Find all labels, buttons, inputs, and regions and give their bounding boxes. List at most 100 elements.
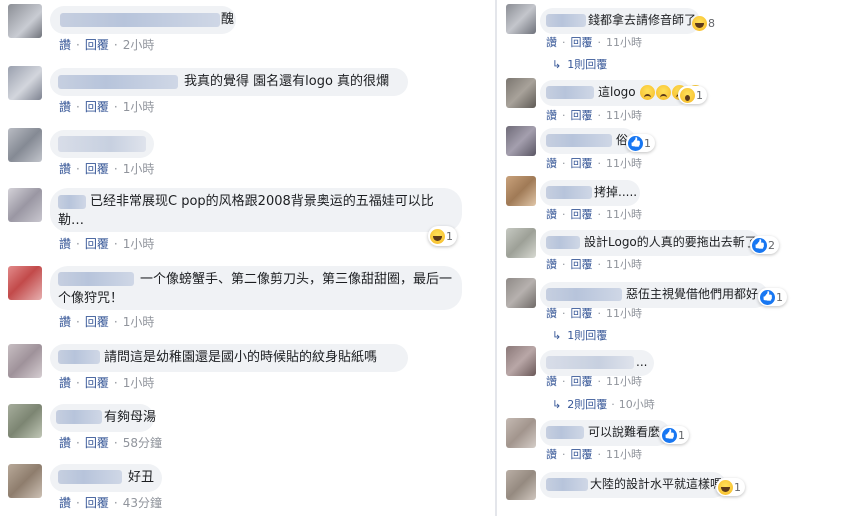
like-link[interactable]: 讚 <box>546 258 557 271</box>
view-replies-link[interactable]: ↳ 1則回覆 <box>552 328 607 344</box>
comment-time[interactable]: 11小時 <box>606 448 642 461</box>
comment-time[interactable]: 11小時 <box>606 109 642 122</box>
reply-link[interactable]: 回覆 <box>571 307 593 320</box>
reaction-summary[interactable]: 1 <box>758 288 787 306</box>
avatar[interactable] <box>506 78 536 108</box>
avatar[interactable] <box>8 188 42 222</box>
reply-link[interactable]: 回覆 <box>85 376 109 390</box>
reaction-summary[interactable]: 1 <box>626 134 655 152</box>
reply-link[interactable]: 回覆 <box>85 496 109 510</box>
reply-link[interactable]: 回覆 <box>571 375 593 388</box>
like-link[interactable]: 讚 <box>546 157 557 170</box>
like-link[interactable]: 讚 <box>546 109 557 122</box>
avatar[interactable] <box>8 66 42 100</box>
like-link[interactable]: 讚 <box>59 38 71 52</box>
comment-time[interactable]: 43分鐘 <box>123 496 162 510</box>
blurred-author-name[interactable] <box>58 470 122 484</box>
blurred-author-name[interactable] <box>546 86 594 99</box>
comment-time[interactable]: 1小時 <box>123 315 155 329</box>
comment-time[interactable]: 1小時 <box>123 376 155 390</box>
comment-time[interactable]: 1小時 <box>123 237 155 251</box>
comment-time[interactable]: 11小時 <box>606 307 642 320</box>
comment-time[interactable]: 11小時 <box>606 36 642 49</box>
reply-link[interactable]: 回覆 <box>85 315 109 329</box>
reply-link[interactable]: 回覆 <box>571 208 593 221</box>
avatar[interactable] <box>8 344 42 378</box>
avatar[interactable] <box>506 126 536 156</box>
reply-link[interactable]: 回覆 <box>85 436 109 450</box>
avatar[interactable] <box>506 176 536 206</box>
reply-link[interactable]: 回覆 <box>571 36 593 49</box>
avatar[interactable] <box>8 4 42 38</box>
comment-actions: 讚 · 回覆 · 11小時 <box>546 157 642 170</box>
blurred-comment-text <box>58 136 146 152</box>
comment-item: 有夠母湯 讚 · 回覆 · 58分鐘 <box>0 400 492 460</box>
like-link[interactable]: 讚 <box>59 162 71 176</box>
like-link[interactable]: 讚 <box>59 436 71 450</box>
reply-link[interactable]: 回覆 <box>571 109 593 122</box>
blurred-author-name[interactable] <box>546 288 622 301</box>
comment-time[interactable]: 1小時 <box>123 100 155 114</box>
comment-time[interactable]: 1小時 <box>123 162 155 176</box>
reaction-summary[interactable]: 8 <box>690 14 719 32</box>
avatar[interactable] <box>8 404 42 438</box>
reaction-summary[interactable]: 1 <box>428 226 457 246</box>
comment-actions: 讚 · 回覆 · 11小時 <box>546 448 642 461</box>
like-link[interactable]: 讚 <box>546 307 557 320</box>
view-replies-link[interactable]: ↳ 2則回覆 · 10小時 <box>552 397 655 413</box>
blurred-author-name[interactable] <box>546 14 586 27</box>
comment-time[interactable]: 11小時 <box>606 375 642 388</box>
reaction-summary[interactable]: 1 <box>678 86 707 104</box>
reply-link[interactable]: 回覆 <box>85 237 109 251</box>
comment-actions: 讚 · 回覆 · 11小時 <box>546 375 642 388</box>
blurred-author-name[interactable] <box>58 75 178 89</box>
blurred-author-name[interactable] <box>546 186 592 199</box>
avatar[interactable] <box>506 228 536 258</box>
like-link[interactable]: 讚 <box>546 36 557 49</box>
avatar[interactable] <box>506 418 536 448</box>
like-link[interactable]: 讚 <box>546 208 557 221</box>
avatar[interactable] <box>506 4 536 34</box>
reaction-summary[interactable]: 1 <box>660 426 689 444</box>
comment-text: ... <box>636 355 648 369</box>
avatar[interactable] <box>506 346 536 376</box>
like-link[interactable]: 讚 <box>59 496 71 510</box>
blurred-author-name[interactable] <box>58 350 100 364</box>
avatar[interactable] <box>506 278 536 308</box>
reply-link[interactable]: 回覆 <box>85 162 109 176</box>
like-link[interactable]: 讚 <box>546 375 557 388</box>
like-reaction-icon <box>760 289 775 305</box>
like-link[interactable]: 讚 <box>59 315 71 329</box>
avatar[interactable] <box>8 464 42 498</box>
blurred-author-name[interactable] <box>546 236 580 249</box>
blurred-author-name[interactable] <box>56 410 102 424</box>
comment-time[interactable]: 58分鐘 <box>123 436 162 450</box>
view-replies-link[interactable]: ↳ 1則回覆 <box>552 57 607 73</box>
reply-link[interactable]: 回覆 <box>571 157 593 170</box>
comment-text: 可以說難看麼 <box>588 425 661 439</box>
like-link[interactable]: 讚 <box>59 376 71 390</box>
reaction-summary[interactable]: 1 <box>716 478 745 496</box>
blurred-author-name[interactable] <box>546 134 612 147</box>
blurred-author-name[interactable] <box>546 426 584 439</box>
avatar[interactable] <box>506 470 536 500</box>
replies-time[interactable]: 10小時 <box>619 398 655 411</box>
like-link[interactable]: 讚 <box>59 100 71 114</box>
comment-actions: 讚 · 回覆 · 1小時 <box>59 100 155 114</box>
comment-time[interactable]: 11小時 <box>606 157 642 170</box>
reply-link[interactable]: 回覆 <box>571 258 593 271</box>
comment-time[interactable]: 2小時 <box>123 38 155 52</box>
like-link[interactable]: 讚 <box>546 448 557 461</box>
avatar[interactable] <box>8 266 42 300</box>
reply-link[interactable]: 回覆 <box>571 448 593 461</box>
reaction-summary[interactable]: 2 <box>750 236 779 254</box>
reply-link[interactable]: 回覆 <box>85 100 109 114</box>
blurred-author-name[interactable] <box>546 478 588 491</box>
comment-time[interactable]: 11小時 <box>606 258 642 271</box>
reply-link[interactable]: 回覆 <box>85 38 109 52</box>
blurred-author-name[interactable] <box>60 13 220 27</box>
comment-time[interactable]: 11小時 <box>606 208 642 221</box>
like-link[interactable]: 讚 <box>59 237 71 251</box>
avatar[interactable] <box>8 128 42 162</box>
comment-actions: 讚 · 回覆 · 11小時 <box>546 258 642 271</box>
